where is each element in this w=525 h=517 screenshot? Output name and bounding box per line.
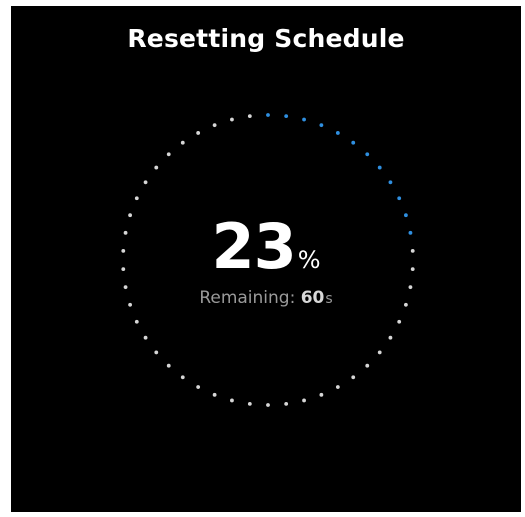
percent-value: 23 bbox=[211, 210, 296, 283]
progress-dot-inactive bbox=[351, 375, 356, 380]
progress-dot-inactive bbox=[397, 319, 402, 324]
progress-dot-inactive bbox=[154, 350, 159, 355]
remaining-time: Remaining: 60s bbox=[11, 288, 521, 308]
progress-dot-active bbox=[365, 152, 370, 157]
progress-dot-inactive bbox=[180, 140, 185, 145]
progress-dot-active bbox=[335, 131, 340, 135]
percent-sign: % bbox=[297, 246, 321, 274]
progress-dot-inactive bbox=[266, 403, 270, 407]
progress-dot-inactive bbox=[212, 392, 217, 397]
progress-dot-inactive bbox=[377, 350, 382, 355]
progress-dot-active bbox=[266, 113, 270, 117]
progress-dot-inactive bbox=[319, 392, 324, 397]
progress-dot-inactive bbox=[302, 398, 306, 403]
progress-readout: 23% Remaining: 60s bbox=[11, 216, 521, 309]
progress-dot-inactive bbox=[284, 401, 289, 406]
progress-dot-active bbox=[302, 117, 306, 122]
progress-dot-inactive bbox=[154, 165, 159, 170]
progress-dot-inactive bbox=[247, 401, 252, 406]
progress-dot-inactive bbox=[143, 180, 148, 185]
progress-dot-inactive bbox=[230, 117, 234, 122]
remaining-value: 60 bbox=[300, 288, 325, 308]
progress-dot-inactive bbox=[212, 123, 217, 128]
progress-dot-active bbox=[319, 123, 324, 128]
progress-dot-inactive bbox=[134, 319, 139, 324]
progress-dot-inactive bbox=[335, 385, 340, 389]
progress-dot-inactive bbox=[230, 398, 234, 403]
progress-dot-inactive bbox=[196, 131, 201, 135]
progress-dot-inactive bbox=[143, 335, 148, 340]
progress-dot-inactive bbox=[196, 385, 201, 389]
progress-dot-inactive bbox=[365, 363, 370, 368]
progress-dot-active bbox=[397, 196, 402, 201]
progress-dot-active bbox=[284, 114, 289, 119]
progress-dot-active bbox=[388, 180, 393, 185]
progress-dot-active bbox=[377, 165, 382, 170]
progress-dot-inactive bbox=[180, 375, 185, 380]
progress-dot-active bbox=[351, 140, 356, 145]
progress-dot-inactive bbox=[388, 335, 393, 340]
progress-dot-inactive bbox=[134, 196, 139, 201]
remaining-unit: s bbox=[325, 291, 333, 307]
reset-progress-screen: Resetting Schedule 23% Remaining: 60s bbox=[11, 6, 521, 512]
percent-display: 23% bbox=[11, 216, 521, 278]
progress-dot-inactive bbox=[166, 152, 171, 157]
progress-dot-inactive bbox=[247, 114, 252, 119]
progress-dot-inactive bbox=[166, 363, 171, 368]
remaining-label: Remaining: bbox=[199, 288, 301, 308]
